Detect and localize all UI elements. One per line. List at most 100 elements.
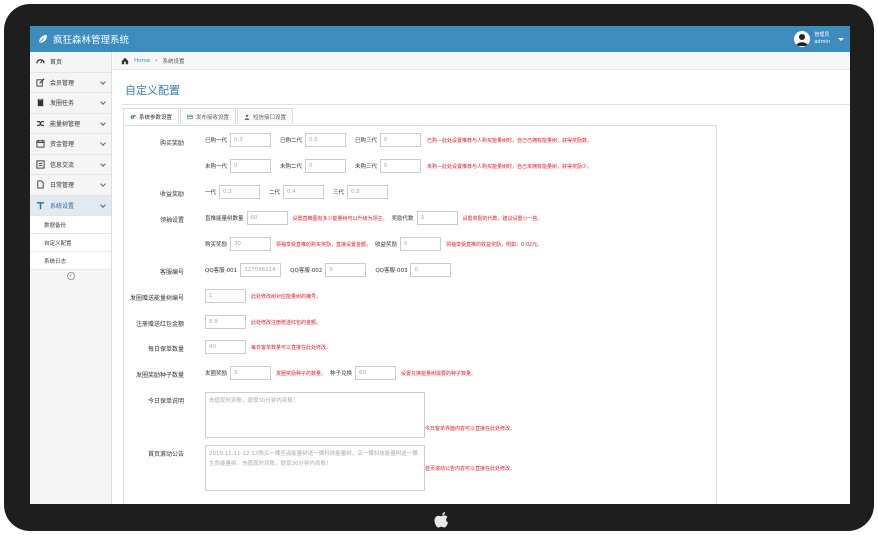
direct-trees-input[interactable]: 60 [246, 211, 288, 225]
tab-bar: 系统参数设置 发布接收设置 短信接口设置 [123, 108, 294, 126]
sidebar-subitem-label: 自定义配置 [44, 240, 72, 247]
chevron-down-icon [100, 99, 106, 105]
bought-gen2-input[interactable]: 0.5 [305, 133, 347, 147]
qq-002-input[interactable]: 0 [325, 263, 367, 277]
hint-reward-generations: 设置奖励的代数，建议设置小一些。 [462, 215, 543, 222]
chevron-down-icon [100, 160, 106, 167]
apple-logo-icon [434, 512, 448, 528]
label-income-reward: 收益奖励 [159, 191, 184, 198]
leader-income-reward-input[interactable]: 5 [400, 237, 442, 251]
hint-today-note: 今日客单界面内容可以直接在此处修改。 [425, 426, 516, 432]
settings-panel: 购买奖励 已购一代 0.3 已购二代 0.5 已购三代 0 已购—此处设置推荐与… [123, 125, 717, 504]
sidebar-item-energy-trees[interactable]: 能量树管理 [30, 114, 111, 134]
announcement-textarea[interactable]: 2019.11.11-12.12购买一棵圣诞能量树送一棵科技能量树，买一棵科技能… [205, 445, 425, 491]
sidebar-item-label: 会员管理 [50, 79, 75, 87]
breadcrumb-current: 系统设置 [162, 58, 185, 65]
label-customer-service: 客服编号 [159, 269, 184, 276]
label-register-redpacket: 注册赠送红包金额 [135, 321, 184, 328]
qq-001-input[interactable]: 327036214 [240, 263, 282, 277]
sidebar-item-label: 系统设置 [50, 202, 75, 210]
user-icon [244, 114, 250, 120]
label-announcement: 首页滚动公告 [147, 451, 184, 458]
hint-leader-income-reward: 领袖享受直推的收益奖励，例如：0.02元。 [446, 241, 543, 248]
bought-gen3-input[interactable]: 0 [380, 133, 422, 147]
label-qq-003: QQ客服-003 [375, 268, 408, 274]
gears-icon [130, 114, 136, 119]
hint-circle-tree-number: 此处修改树对应能量树的编号。 [251, 293, 322, 300]
hint-daily-deals: 每日客单数量可以直接在此处修改。 [251, 344, 332, 351]
tab-system-params[interactable]: 系统参数设置 [123, 108, 180, 125]
bought-gen1-input[interactable]: 0.3 [230, 133, 272, 147]
book-icon [37, 99, 44, 107]
label-unbought-gen3: 未购三代 [355, 164, 378, 170]
label-leader-buy-reward: 购买奖励 [205, 242, 228, 248]
brand[interactable]: 疯狂森林管理系统 [38, 32, 129, 46]
unbought-gen1-input[interactable]: 0 [230, 159, 272, 173]
label-buy-reward: 购买奖励 [159, 140, 184, 147]
sidebar-item-members[interactable]: 会员管理 [30, 73, 111, 93]
tab-publish-receive[interactable]: 发布接收设置 [180, 108, 237, 124]
main-content: Home › 系统设置 自定义配置 系统参数设置 发布接收设置 短信接口设置 购… [113, 52, 850, 504]
label-circle-tree-number: 发圈赠送能量树编号 [129, 295, 184, 302]
leaf-icon [38, 35, 47, 44]
label-direct-trees: 直推能量树数量 [205, 216, 244, 222]
sidebar-subitem-custom-config[interactable]: 自定义配置 [30, 234, 111, 252]
sidebar-item-settings[interactable]: 系统设置 [30, 195, 111, 216]
chevron-down-icon [100, 201, 106, 208]
screen: 疯狂森林管理系统 管理员 admin 首页 会员管理 发圈任务 能量树管理 资金… [30, 26, 850, 504]
hint-direct-trees: 设置直推图有多少能量树可以升级为领主。 [292, 215, 388, 222]
label-unbought-gen1: 未购一代 [205, 164, 228, 170]
breadcrumb-separator: › [155, 57, 158, 64]
sidebar-item-circle-tasks[interactable]: 发圈任务 [30, 93, 111, 114]
app-title: 疯狂森林管理系统 [53, 35, 130, 46]
home-icon [121, 57, 129, 64]
chevron-down-icon [100, 119, 106, 126]
sidebar-item-home[interactable]: 首页 [30, 52, 111, 73]
label-bought-gen1: 已购一代 [205, 138, 228, 144]
qq-003-input[interactable]: 0 [410, 263, 452, 277]
sidebar-item-messages[interactable]: 信息交流 [30, 155, 111, 175]
hint-circle-reward: 发圈奖励种子的数量。 [276, 370, 327, 377]
label-bought-gen2: 已购二代 [280, 138, 303, 144]
unbought-gen2-input[interactable]: 0 [305, 159, 347, 173]
sidebar: 首页 会员管理 发圈任务 能量树管理 资金管理 信息交流 日常管理 系统设置 数… [30, 52, 112, 504]
unbought-gen3-input[interactable]: 0 [380, 159, 422, 173]
daily-deals-input[interactable]: 40 [205, 340, 246, 354]
user-account: admin [814, 39, 830, 45]
circle-reward-input[interactable]: 5 [230, 366, 272, 380]
calendar-icon [36, 140, 45, 148]
register-redpacket-input[interactable]: 8.8 [205, 315, 246, 329]
user-menu[interactable]: 管理员 admin [794, 29, 844, 49]
chevron-down-icon [838, 37, 844, 41]
circle-tree-number-input[interactable]: 1 [205, 289, 246, 303]
income-gen1-input[interactable]: 0.3 [219, 185, 261, 199]
label-leader-settings: 领袖设置 [159, 217, 184, 224]
today-note-textarea[interactable]: 充值现时到账，提现30分钟内到账！ [205, 392, 425, 438]
hint-bought: 已购—此处设置推荐与人购买能量树时，自己已拥有能量树，获得奖励数。 [427, 137, 593, 144]
breadcrumb: Home › 系统设置 [113, 52, 850, 70]
income-gen2-input[interactable]: 0.4 [283, 185, 325, 199]
page-title: 自定义配置 [125, 84, 180, 97]
sidebar-item-label: 首页 [50, 59, 63, 67]
user-name: 管理员 [814, 32, 830, 38]
label-today-note: 今日保单说明 [147, 398, 184, 405]
income-gen3-input[interactable]: 0.8 [347, 185, 389, 199]
label-unbought-gen2: 未购二代 [280, 164, 303, 170]
hint-unbought: 未购—此处设置推荐与人购买能量树时，自己未拥有能量树，获得奖励少。 [427, 163, 593, 170]
chevron-down-icon [100, 181, 106, 187]
hint-announcement: 首页滚动公告内容可以直接在此处修改。 [425, 465, 516, 472]
avatar [794, 31, 811, 47]
tab-sms-interface[interactable]: 短信接口设置 [237, 108, 294, 124]
hint-register-redpacket: 此处修改注册赠送红包的金额。 [251, 319, 322, 326]
label-daily-deals: 每日保单数量 [147, 346, 184, 353]
breadcrumb-home[interactable]: Home [134, 58, 150, 64]
reward-generations-input[interactable]: 3 [416, 211, 458, 225]
collapse-icon[interactable]: « [66, 272, 75, 280]
tab-label: 短信接口设置 [253, 114, 287, 121]
divider [121, 104, 850, 105]
label-bought-gen3: 已购三代 [355, 138, 378, 144]
sidebar-item-label: 信息交流 [50, 161, 75, 169]
leader-buy-reward-input[interactable]: 30 [230, 237, 272, 251]
seed-exchange-input[interactable]: 60 [355, 366, 397, 380]
sidebar-item-label: 资金管理 [50, 141, 75, 149]
